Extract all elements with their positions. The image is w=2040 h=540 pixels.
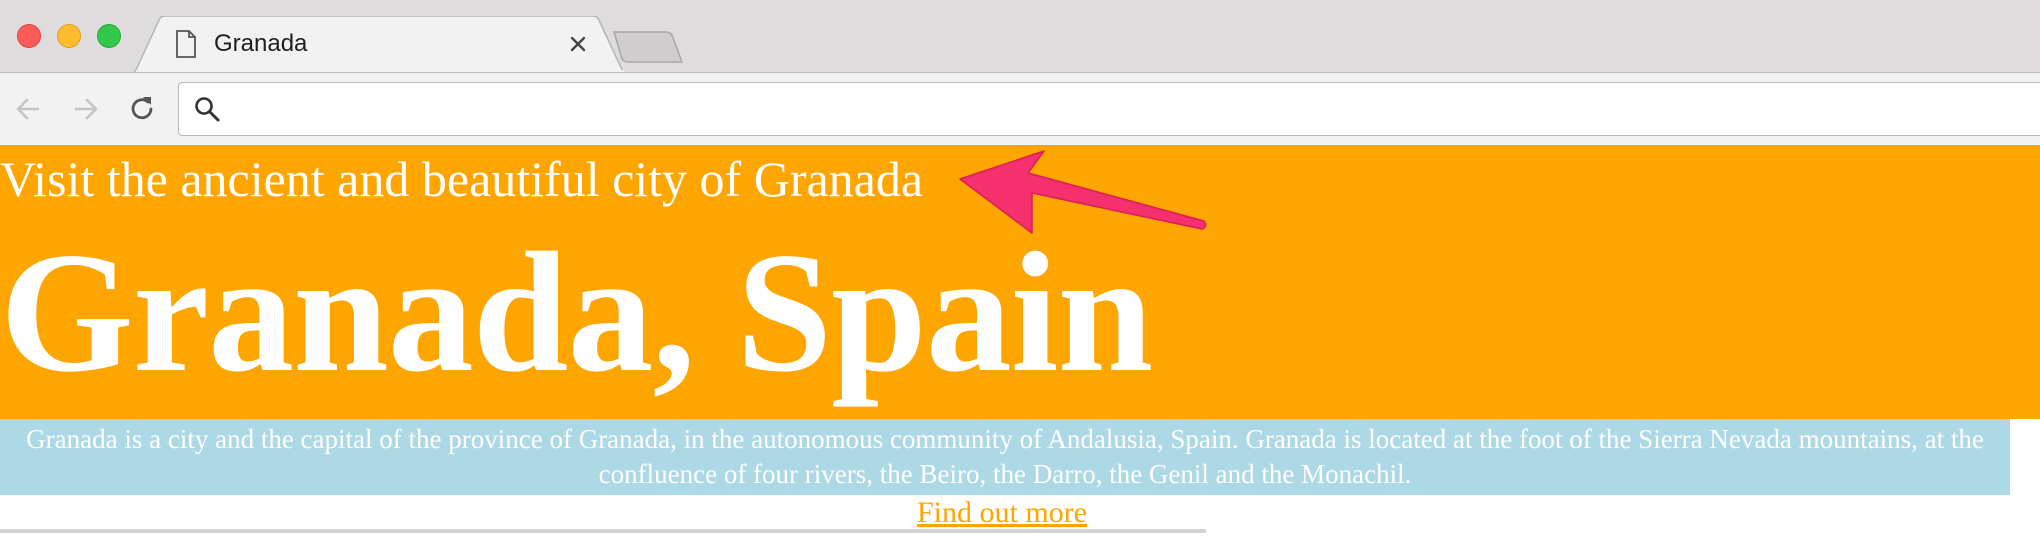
address-input[interactable] (235, 91, 1995, 127)
tab-title: Granada (214, 30, 308, 57)
new-tab-button[interactable] (612, 30, 684, 64)
close-icon[interactable] (566, 32, 590, 56)
forward-arrow-icon[interactable] (70, 93, 102, 125)
horizontal-rule (0, 529, 1206, 533)
hero-tagline: Visit the ancient and beautiful city of … (0, 151, 924, 207)
tab-shape (134, 16, 625, 74)
find-out-more-link[interactable]: Find out more (0, 494, 2004, 532)
tab-bar: Granada (0, 0, 2040, 74)
reload-icon[interactable] (126, 93, 158, 125)
window-minimize-button[interactable] (57, 24, 81, 48)
search-icon (195, 97, 220, 122)
window-maximize-button[interactable] (97, 24, 121, 48)
intro-paragraph: Granada is a city and the capital of the… (0, 419, 2010, 495)
page-content: Visit the ancient and beautiful city of … (0, 145, 2040, 540)
hero-banner: Visit the ancient and beautiful city of … (0, 145, 2040, 419)
browser-toolbar (0, 72, 2040, 145)
pointer-arrow-icon (959, 150, 1207, 234)
page-icon (176, 30, 196, 58)
address-bar[interactable] (178, 82, 2040, 136)
window-close-button[interactable] (17, 24, 41, 48)
page-title: Granada, Spain (0, 218, 1153, 408)
back-arrow-icon[interactable] (12, 93, 44, 125)
tab-granada[interactable]: Granada (134, 16, 626, 74)
